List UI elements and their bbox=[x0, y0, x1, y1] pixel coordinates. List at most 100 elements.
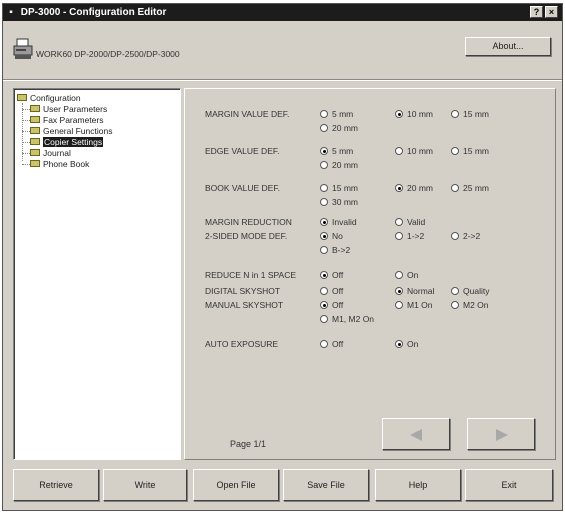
book-value-def-option[interactable]: 20 mm bbox=[395, 183, 433, 193]
radio-button-icon[interactable] bbox=[320, 217, 328, 226]
tree-item-user-parameters[interactable]: User Parameters bbox=[30, 104, 107, 115]
radio-button-icon[interactable] bbox=[395, 300, 403, 309]
page-indicator: Page 1/1 bbox=[230, 439, 267, 449]
option-label: On bbox=[407, 339, 419, 349]
manual-skyshot-option[interactable]: M1, M2 On bbox=[320, 314, 374, 324]
radio-button-icon[interactable] bbox=[395, 231, 403, 240]
tree-item-general-functions[interactable]: General Functions bbox=[30, 126, 112, 137]
previous-page-button[interactable] bbox=[382, 418, 450, 450]
tree-item-fax-parameters[interactable]: Fax Parameters bbox=[30, 115, 103, 126]
radio-button-icon[interactable] bbox=[320, 286, 328, 295]
radio-button-icon[interactable] bbox=[395, 270, 403, 279]
option-label: 10 mm bbox=[407, 109, 433, 119]
book-value-def-option[interactable]: 15 mm bbox=[320, 183, 358, 193]
auto-exposure-option[interactable]: Off bbox=[320, 339, 343, 349]
retrieve-button[interactable]: Retrieve bbox=[13, 469, 99, 501]
tree-item-copier-settings[interactable]: Copier Settings bbox=[30, 137, 104, 148]
tree-root-configuration[interactable]: Configuration bbox=[17, 93, 81, 104]
two-sided-mode-def-option[interactable]: No bbox=[320, 231, 343, 241]
help-button[interactable]: Help bbox=[375, 469, 461, 501]
option-label: Normal bbox=[407, 286, 435, 296]
two-sided-mode-def-option[interactable]: 2->2 bbox=[451, 231, 480, 241]
radio-button-icon[interactable] bbox=[320, 109, 328, 118]
option-label: 20 mm bbox=[407, 183, 433, 193]
printer-icon bbox=[13, 38, 33, 59]
configuration-tree[interactable]: Configuration User Parameters Fax Paramet… bbox=[13, 88, 181, 460]
radio-button-icon[interactable] bbox=[395, 286, 403, 295]
radio-button-icon[interactable] bbox=[451, 109, 459, 118]
radio-button-icon[interactable] bbox=[451, 300, 459, 309]
manual-skyshot-option[interactable]: Off bbox=[320, 300, 343, 310]
exit-button[interactable]: Exit bbox=[465, 469, 553, 501]
radio-button-icon[interactable] bbox=[395, 339, 403, 348]
digital-skyshot-option[interactable]: Quality bbox=[451, 286, 489, 296]
open-file-button[interactable]: Open File bbox=[193, 469, 279, 501]
margin-reduction-option[interactable]: Invalid bbox=[320, 217, 357, 227]
left-triangle-icon bbox=[410, 429, 422, 441]
folder-icon bbox=[30, 105, 40, 113]
radio-button-icon[interactable] bbox=[320, 231, 328, 240]
about-button[interactable]: About... bbox=[465, 37, 551, 56]
radio-button-icon[interactable] bbox=[395, 109, 403, 118]
radio-button-icon[interactable] bbox=[395, 183, 403, 192]
tree-item-label: User Parameters bbox=[43, 104, 108, 114]
radio-button-icon[interactable] bbox=[320, 300, 328, 309]
system-menu-icon[interactable]: ▪ bbox=[7, 4, 15, 21]
tree-item-journal[interactable]: Journal bbox=[30, 148, 71, 159]
radio-button-icon[interactable] bbox=[320, 314, 328, 323]
option-label: M1, M2 On bbox=[332, 314, 375, 324]
next-page-button[interactable] bbox=[467, 418, 535, 450]
margin-value-def-option[interactable]: 5 mm bbox=[320, 109, 353, 119]
manual-skyshot-option[interactable]: M1 On bbox=[395, 300, 433, 310]
edge-value-def-option[interactable]: 10 mm bbox=[395, 146, 433, 156]
reduce-n-in-1-space-option[interactable]: On bbox=[395, 270, 418, 280]
radio-button-icon[interactable] bbox=[320, 146, 328, 155]
header: WORK60 DP-2000/DP-2500/DP-3000 About... bbox=[3, 22, 562, 74]
setting-label-margin-reduction: MARGIN REDUCTION bbox=[205, 217, 292, 227]
option-label: 10 mm bbox=[407, 146, 433, 156]
close-button[interactable]: × bbox=[545, 6, 558, 18]
option-label: Off bbox=[332, 339, 344, 349]
radio-button-icon[interactable] bbox=[320, 183, 328, 192]
option-label: 15 mm bbox=[332, 183, 358, 193]
setting-label-reduce-n-in-1-space: REDUCE N in 1 SPACE bbox=[205, 270, 297, 280]
radio-button-icon[interactable] bbox=[395, 217, 403, 226]
digital-skyshot-option[interactable]: Normal bbox=[395, 286, 434, 296]
margin-value-def-option[interactable]: 15 mm bbox=[451, 109, 489, 119]
margin-reduction-option[interactable]: Valid bbox=[395, 217, 425, 227]
radio-button-icon[interactable] bbox=[320, 245, 328, 254]
save-file-button[interactable]: Save File bbox=[283, 469, 369, 501]
radio-button-icon[interactable] bbox=[320, 270, 328, 279]
radio-button-icon[interactable] bbox=[451, 146, 459, 155]
two-sided-mode-def-option[interactable]: B->2 bbox=[320, 245, 350, 255]
option-label: Off bbox=[332, 300, 344, 310]
edge-value-def-option[interactable]: 15 mm bbox=[451, 146, 489, 156]
radio-button-icon[interactable] bbox=[320, 339, 328, 348]
book-value-def-option[interactable]: 25 mm bbox=[451, 183, 489, 193]
folder-icon bbox=[30, 127, 40, 135]
margin-value-def-option[interactable]: 10 mm bbox=[395, 109, 433, 119]
book-value-def-option[interactable]: 30 mm bbox=[320, 197, 358, 207]
manual-skyshot-option[interactable]: M2 On bbox=[451, 300, 489, 310]
edge-value-def-option[interactable]: 5 mm bbox=[320, 146, 353, 156]
write-button[interactable]: Write bbox=[103, 469, 187, 501]
setting-label-manual-skyshot: MANUAL SKYSHOT bbox=[205, 300, 284, 310]
radio-button-icon[interactable] bbox=[320, 197, 328, 206]
radio-button-icon[interactable] bbox=[320, 160, 328, 169]
tree-item-phone-book[interactable]: Phone Book bbox=[30, 159, 89, 170]
option-label: M2 On bbox=[463, 300, 489, 310]
radio-button-icon[interactable] bbox=[395, 146, 403, 155]
radio-button-icon[interactable] bbox=[451, 183, 459, 192]
margin-value-def-option[interactable]: 20 mm bbox=[320, 123, 358, 133]
digital-skyshot-option[interactable]: Off bbox=[320, 286, 343, 296]
help-title-button[interactable]: ? bbox=[530, 6, 543, 18]
reduce-n-in-1-space-option[interactable]: Off bbox=[320, 270, 343, 280]
tree-connector bbox=[22, 164, 30, 165]
radio-button-icon[interactable] bbox=[451, 286, 459, 295]
auto-exposure-option[interactable]: On bbox=[395, 339, 418, 349]
radio-button-icon[interactable] bbox=[320, 123, 328, 132]
option-label: On bbox=[407, 270, 419, 280]
radio-button-icon[interactable] bbox=[451, 231, 459, 240]
edge-value-def-option[interactable]: 20 mm bbox=[320, 160, 358, 170]
two-sided-mode-def-option[interactable]: 1->2 bbox=[395, 231, 424, 241]
